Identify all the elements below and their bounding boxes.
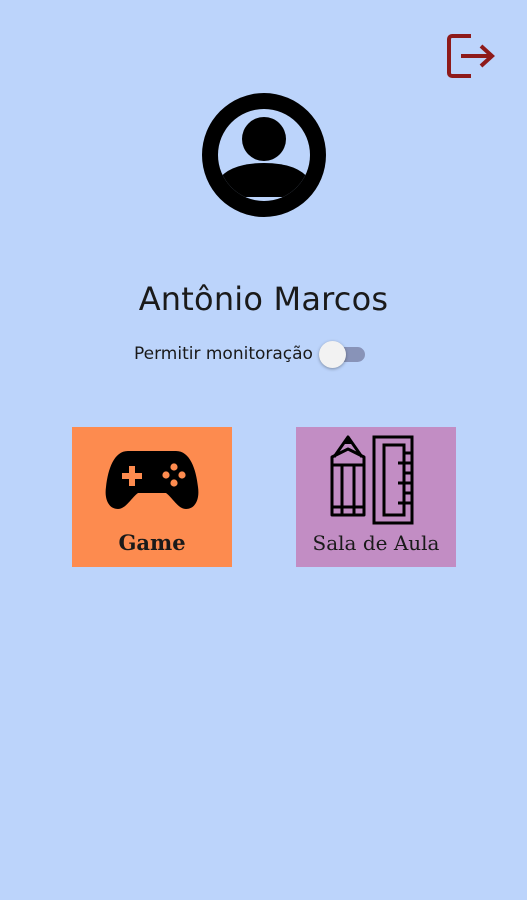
- sala-de-aula-tile[interactable]: Sala de Aula: [296, 427, 456, 567]
- user-name: Antônio Marcos: [138, 280, 389, 318]
- logout-button[interactable]: [443, 30, 499, 82]
- monitoring-row: Permitir monitoração: [134, 338, 367, 370]
- pencil-ruler-icon: [330, 435, 414, 525]
- logout-icon: [447, 34, 495, 78]
- game-tile[interactable]: Game: [72, 427, 232, 567]
- toggle-thumb: [318, 341, 346, 368]
- gamepad-icon: [105, 451, 199, 509]
- monitoring-toggle[interactable]: [318, 340, 367, 368]
- avatar: [202, 93, 326, 217]
- monitoring-label: Permitir monitoração: [134, 344, 313, 364]
- sala-de-aula-label: Sala de Aula: [312, 531, 440, 555]
- game-label: Game: [118, 530, 186, 555]
- account-circle-icon: [202, 93, 326, 217]
